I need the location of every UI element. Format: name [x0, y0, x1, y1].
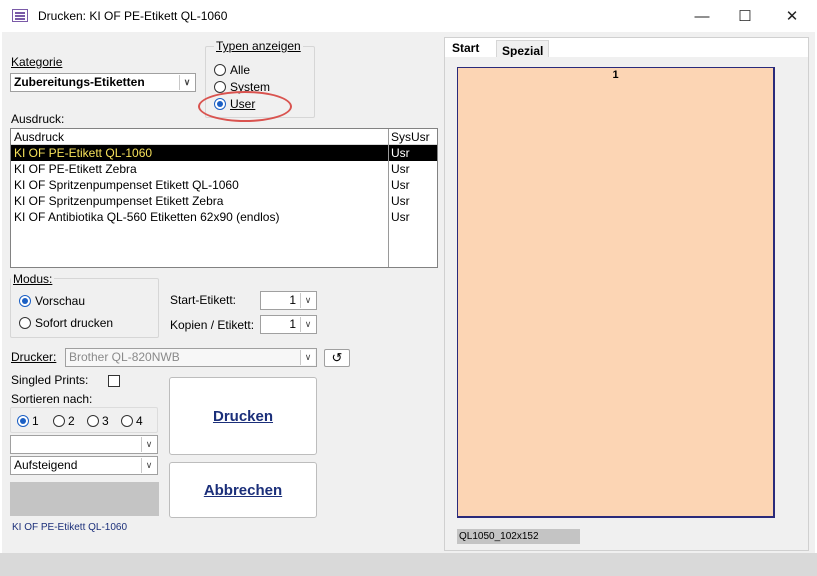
drucker-select[interactable]: Brother QL-820NWB ∨: [65, 348, 317, 367]
maximize-button[interactable]: ☐: [722, 0, 768, 32]
start-etikett-label: Start-Etikett:: [170, 293, 237, 307]
ausdruck-list-header: Ausdruck SysUsr: [11, 129, 437, 145]
typen-option-alle[interactable]: Alle: [214, 63, 250, 77]
column-divider: [388, 129, 389, 267]
sort-field-select[interactable]: ∨: [10, 435, 158, 454]
drucker-label: Drucker:: [11, 350, 57, 364]
tab-start[interactable]: Start: [447, 38, 485, 58]
radio-system[interactable]: [214, 81, 226, 93]
label-format: QL1050_102x152: [457, 529, 580, 544]
ausdruck-list[interactable]: Ausdruck SysUsr KI OF PE-Etikett QL-1060…: [10, 128, 438, 268]
sort-option-1[interactable]: 1: [17, 414, 39, 428]
modus-label: Modus:: [11, 272, 55, 286]
app-form-icon: [12, 9, 28, 22]
singled-prints-checkbox[interactable]: [108, 375, 120, 387]
modus-option-sofort[interactable]: Sofort drucken: [19, 316, 113, 330]
kopien-select[interactable]: 1 ∨: [260, 315, 317, 334]
list-item[interactable]: KI OF Spritzenpumpenset Etikett QL-1060 …: [11, 177, 437, 193]
radio-sort-1[interactable]: [17, 415, 29, 427]
chevron-down-icon[interactable]: ∨: [300, 350, 315, 365]
typen-label: Typen anzeigen: [214, 39, 303, 53]
refresh-button[interactable]: ↺: [324, 349, 350, 367]
singled-prints-label: Singled Prints:: [11, 373, 89, 387]
sort-option-3[interactable]: 3: [87, 414, 109, 428]
chevron-down-icon[interactable]: ∨: [141, 458, 156, 473]
chevron-down-icon[interactable]: ∨: [300, 293, 315, 308]
list-item[interactable]: KI OF Antibiotika QL-560 Etiketten 62x90…: [11, 209, 437, 225]
sort-option-2[interactable]: 2: [53, 414, 75, 428]
title-bar: Drucken: KI OF PE-Etikett QL-1060 — ☐ ✕: [0, 0, 817, 32]
column-header-sysusr[interactable]: SysUsr: [391, 129, 430, 145]
start-etikett-select[interactable]: 1 ∨: [260, 291, 317, 310]
refresh-icon: ↺: [331, 350, 343, 365]
modus-option-vorschau[interactable]: Vorschau: [19, 294, 85, 308]
abbrechen-button[interactable]: Abbrechen: [169, 462, 317, 518]
radio-sofort-drucken[interactable]: [19, 317, 31, 329]
highlight-ring: [198, 91, 292, 122]
column-header-ausdruck[interactable]: Ausdruck: [14, 129, 64, 145]
window-title: Drucken: KI OF PE-Etikett QL-1060: [38, 9, 228, 23]
chevron-down-icon[interactable]: ∨: [179, 75, 194, 90]
minimize-button[interactable]: —: [679, 0, 725, 32]
sortieren-label: Sortieren nach:: [11, 392, 93, 406]
kategorie-label: Kategorie: [11, 55, 63, 69]
kategorie-value: Zubereitungs-Etiketten: [14, 75, 145, 89]
radio-alle[interactable]: [214, 64, 226, 76]
radio-sort-2[interactable]: [53, 415, 65, 427]
list-item[interactable]: KI OF PE-Etikett Zebra Usr: [11, 161, 437, 177]
radio-sort-3[interactable]: [87, 415, 99, 427]
radio-sort-4[interactable]: [121, 415, 133, 427]
bottom-strip: [0, 553, 817, 576]
chevron-down-icon[interactable]: ∨: [300, 317, 315, 332]
chevron-down-icon[interactable]: ∨: [141, 437, 156, 452]
status-text: KI OF PE-Etikett QL-1060: [12, 522, 128, 533]
ausdruck-label: Ausdruck:: [11, 112, 65, 126]
sort-option-4[interactable]: 4: [121, 414, 143, 428]
kopien-label: Kopien / Etikett:: [170, 318, 255, 332]
page-number: 1: [612, 69, 619, 81]
close-button[interactable]: ✕: [769, 0, 815, 32]
kategorie-select[interactable]: Zubereitungs-Etiketten ∨: [10, 73, 196, 92]
list-item[interactable]: KI OF PE-Etikett QL-1060 Usr: [11, 145, 437, 161]
progress-area: [10, 482, 159, 516]
drucken-button[interactable]: Drucken: [169, 377, 317, 455]
radio-vorschau[interactable]: [19, 295, 31, 307]
label-preview: 1: [457, 67, 775, 518]
sort-order-select[interactable]: Aufsteigend ∨: [10, 456, 158, 475]
list-item[interactable]: KI OF Spritzenpumpenset Etikett Zebra Us…: [11, 193, 437, 209]
